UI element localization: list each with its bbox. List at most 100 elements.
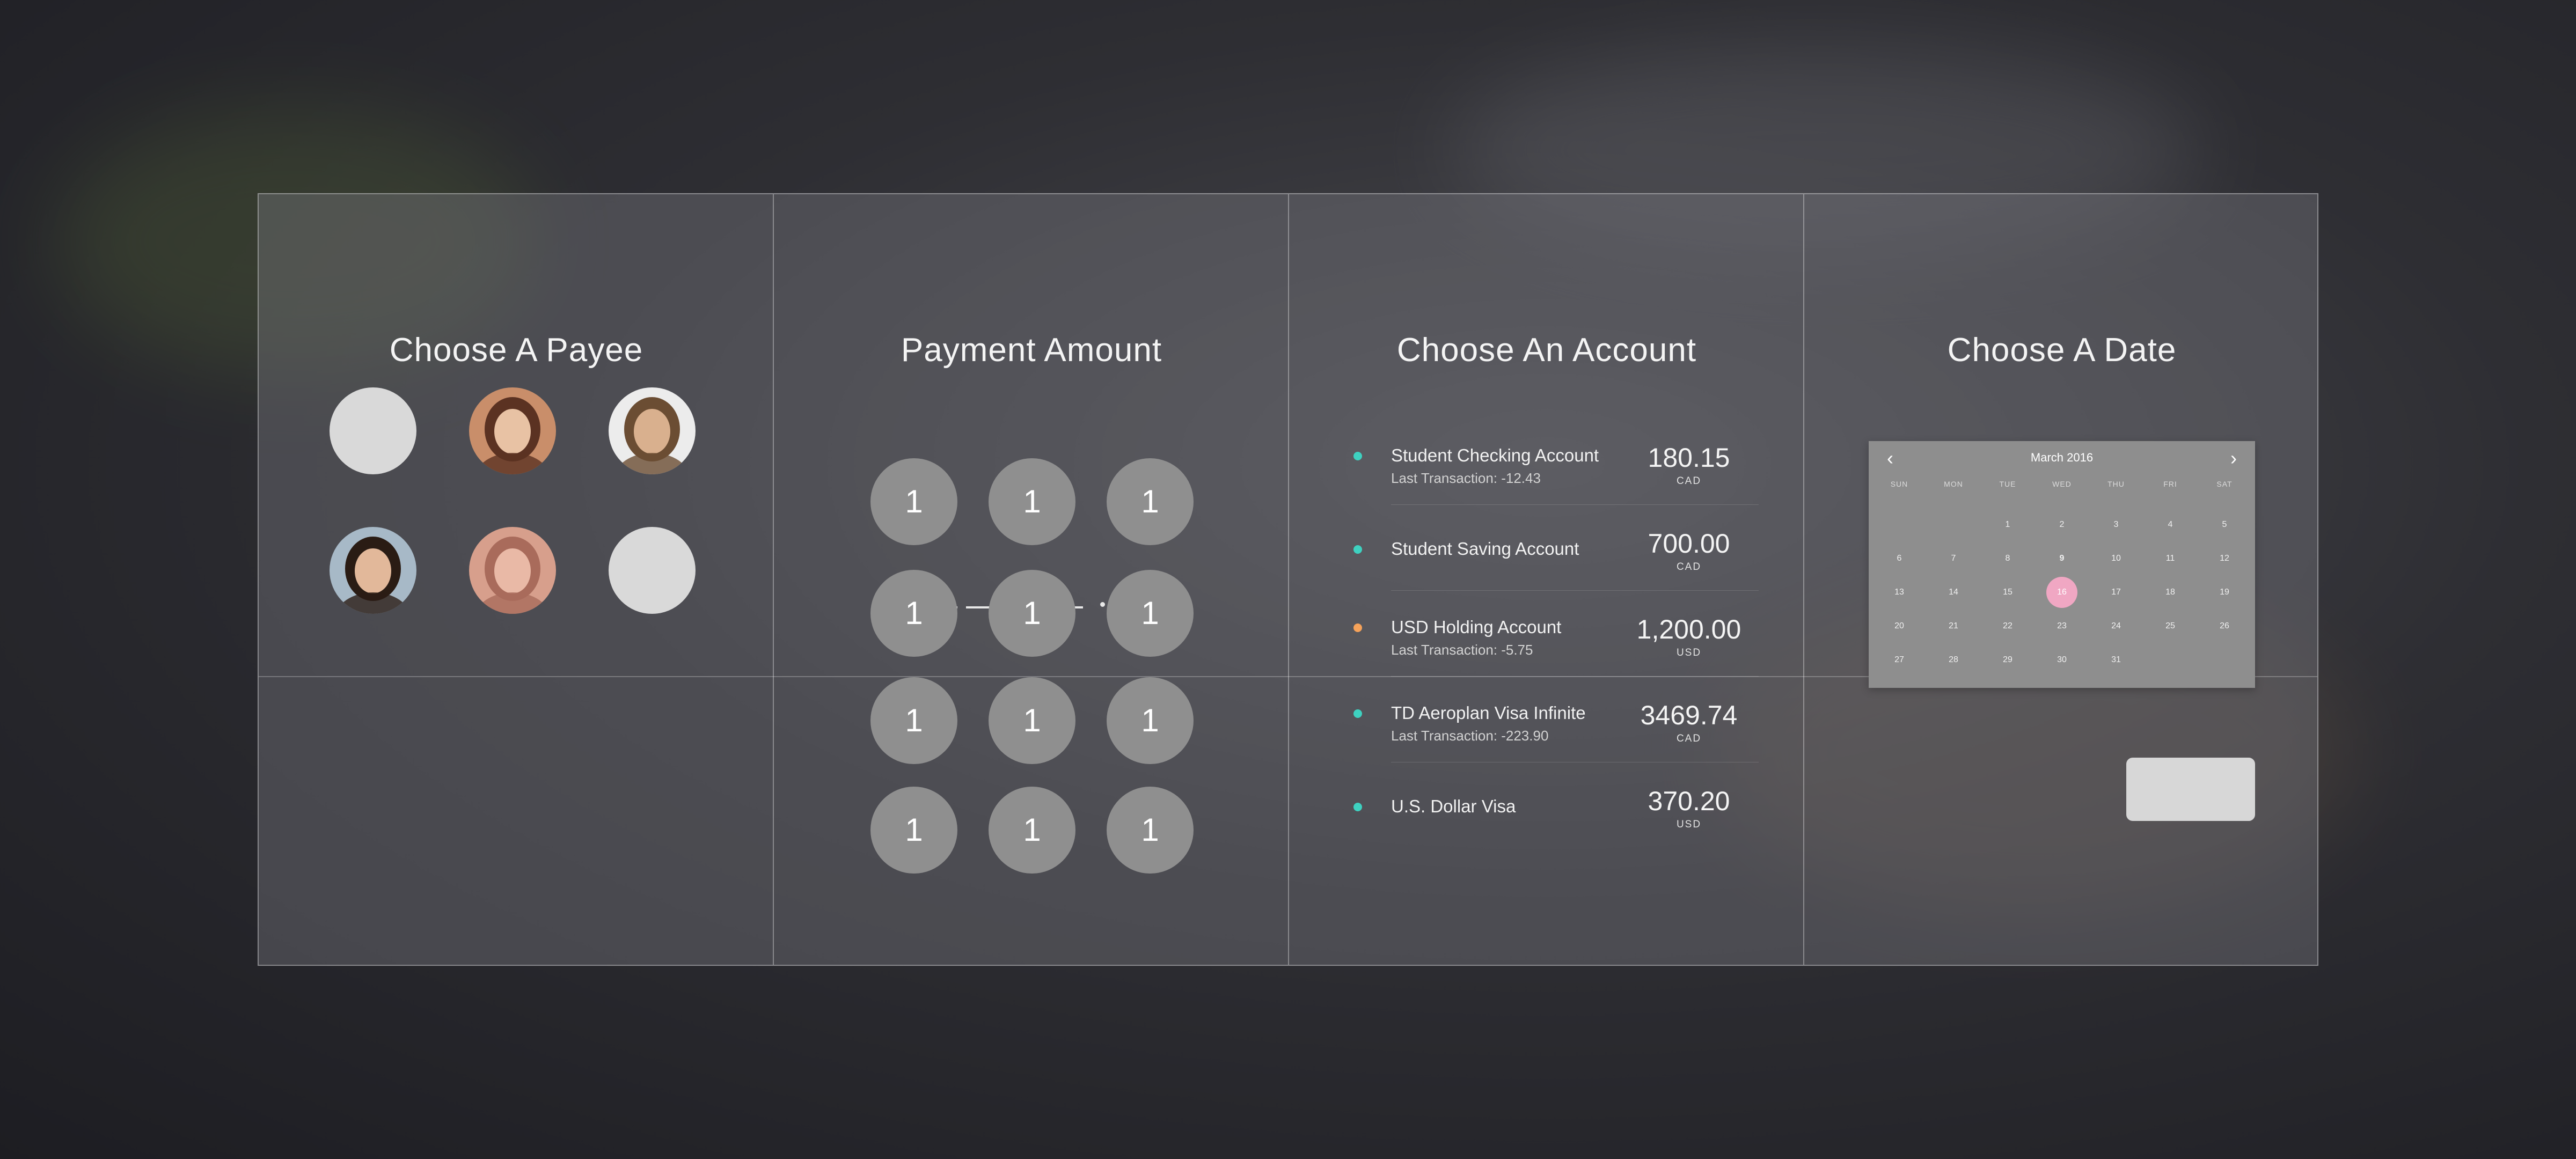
account-column: Choose An Account Student Checking Accou… — [1289, 194, 1804, 965]
keypad-key[interactable]: 1 — [1107, 677, 1194, 764]
calendar-day[interactable]: 31 — [2089, 646, 2143, 674]
calendar-day[interactable]: 21 — [1926, 612, 1981, 640]
account-separator — [1391, 504, 1759, 505]
account-balance: 180.15 — [1648, 443, 1730, 473]
calendar-day[interactable]: 14 — [1926, 578, 1981, 606]
payee-avatar-placeholder[interactable] — [609, 527, 696, 614]
account-currency: USD — [1676, 647, 1702, 658]
account-balance: 700.00 — [1648, 529, 1730, 559]
calendar-day[interactable]: 1 — [1980, 511, 2035, 539]
account-currency: USD — [1676, 819, 1702, 830]
keypad-key[interactable]: 1 — [1107, 458, 1194, 545]
account-currency: CAD — [1676, 733, 1702, 744]
calendar-day[interactable]: 29 — [1980, 646, 2035, 674]
calendar-day[interactable]: 13 — [1872, 578, 1927, 606]
calendar-day[interactable]: 23 — [2035, 612, 2089, 640]
account-item[interactable]: U.S. Dollar Visa 370.20 USD — [1289, 774, 1804, 849]
account-name: USD Holding Account — [1391, 617, 1562, 637]
keypad-key[interactable]: 1 — [870, 787, 957, 874]
calendar-day[interactable]: 2 — [2035, 511, 2089, 539]
calendar-month: March 2016 — [2030, 451, 2094, 464]
keypad-key[interactable]: 1 — [1107, 570, 1194, 657]
keypad-key[interactable]: 1 — [870, 458, 957, 545]
account-status-dot — [1353, 452, 1362, 460]
decimal-point — [1100, 602, 1105, 607]
account-name: U.S. Dollar Visa — [1391, 796, 1516, 816]
date-title: Choose A Date — [1947, 332, 2177, 369]
calendar-day[interactable]: 20 — [1872, 612, 1927, 640]
payee-avatar-placeholder[interactable] — [330, 387, 416, 474]
date-column: Choose A Date ‹ March 2016 › SUN MON TUE WE… — [1804, 194, 2319, 965]
account-name: Student Checking Account — [1391, 445, 1599, 465]
keypad-key[interactable]: 1 — [1107, 787, 1194, 874]
calendar-day[interactable]: 4 — [2143, 511, 2198, 539]
keypad-key[interactable]: 1 — [989, 570, 1075, 657]
account-item[interactable]: Student Checking Account Last Transaction… — [1289, 430, 1804, 505]
calendar-day[interactable]: 19 — [2197, 578, 2252, 606]
calendar-day[interactable]: 10 — [2089, 545, 2143, 573]
calendar-header: ‹ March 2016 › — [1869, 441, 2255, 482]
calendar-day[interactable]: 8 — [1980, 545, 2035, 573]
account-item[interactable]: Student Saving Account 700.00 CAD — [1289, 516, 1804, 591]
payee-avatar[interactable] — [330, 527, 416, 614]
weekday-label: SUN — [1890, 480, 1908, 488]
account-separator — [1391, 590, 1759, 591]
payee-column: Choose A Payee — [259, 194, 774, 965]
account-status-dot — [1353, 545, 1362, 554]
weekday-label: MON — [1944, 480, 1963, 488]
payment-title: Payment Amount — [901, 332, 1162, 369]
payment-flow-panel: Choose A Payee Payment Amount 1111111111… — [258, 193, 2318, 966]
weekday-label: THU — [2107, 480, 2125, 488]
calendar: ‹ March 2016 › SUN MON TUE WED THU FRI SAT 1 2 3 4… — [1869, 441, 2255, 688]
calendar-day[interactable]: 22 — [1980, 612, 2035, 640]
keypad-key[interactable]: 1 — [989, 677, 1075, 764]
account-status-dot — [1353, 623, 1362, 632]
calendar-day[interactable]: 9 — [2035, 545, 2089, 573]
calendar-day[interactable]: 25 — [2143, 612, 2198, 640]
calendar-day[interactable]: 17 — [2089, 578, 2143, 606]
account-title: Choose An Account — [1396, 332, 1697, 369]
weekday-label: WED — [2052, 480, 2072, 488]
weekday-label: TUE — [1999, 480, 2016, 488]
calendar-day[interactable]: 12 — [2197, 545, 2252, 573]
confirm-button[interactable] — [2126, 758, 2255, 821]
account-last-transaction: Last Transaction: -12.43 — [1391, 470, 1541, 486]
account-balance: 370.20 — [1648, 786, 1730, 816]
account-currency: CAD — [1676, 475, 1702, 487]
payee-avatar[interactable] — [609, 387, 696, 474]
calendar-day[interactable]: 7 — [1926, 545, 1981, 573]
account-item[interactable]: USD Holding Account Last Transaction: -5.… — [1289, 602, 1804, 677]
payee-avatar[interactable] — [469, 527, 556, 614]
account-name: TD Aeroplan Visa Infinite — [1391, 703, 1586, 723]
payment-column: Payment Amount 111111111111 — [774, 194, 1289, 965]
calendar-day[interactable]: 5 — [2197, 511, 2252, 539]
payee-title: Choose A Payee — [389, 332, 643, 369]
calendar-day[interactable]: 24 — [2089, 612, 2143, 640]
calendar-day-selected[interactable]: 16 — [2035, 577, 2089, 608]
calendar-day[interactable]: 6 — [1872, 545, 1927, 573]
account-name: Student Saving Account — [1391, 539, 1579, 559]
calendar-day[interactable]: 3 — [2089, 511, 2143, 539]
calendar-day[interactable]: 18 — [2143, 578, 2198, 606]
calendar-day[interactable]: 11 — [2143, 545, 2198, 573]
weekday-label: SAT — [2216, 480, 2233, 488]
chevron-right-icon[interactable]: › — [2223, 448, 2244, 469]
account-balance: 1,200.00 — [1636, 614, 1741, 644]
calendar-day[interactable]: 27 — [1872, 646, 1927, 674]
calendar-day[interactable]: 15 — [1980, 578, 2035, 606]
calendar-day[interactable]: 30 — [2035, 646, 2089, 674]
account-balance: 3469.74 — [1640, 700, 1738, 730]
account-last-transaction: Last Transaction: -5.75 — [1391, 642, 1533, 658]
account-status-dot — [1353, 709, 1362, 718]
payee-avatar[interactable] — [469, 387, 556, 474]
calendar-day[interactable]: 26 — [2197, 612, 2252, 640]
keypad-key[interactable]: 1 — [870, 570, 957, 657]
calendar-day[interactable]: 28 — [1926, 646, 1981, 674]
account-item[interactable]: TD Aeroplan Visa Infinite Last Transactio… — [1289, 688, 1804, 763]
account-status-dot — [1353, 803, 1362, 811]
keypad-key[interactable]: 1 — [989, 787, 1075, 874]
weekday-label: FRI — [2163, 480, 2177, 488]
keypad-key[interactable]: 1 — [870, 677, 957, 764]
keypad-key[interactable]: 1 — [989, 458, 1075, 545]
account-separator — [1391, 676, 1759, 677]
